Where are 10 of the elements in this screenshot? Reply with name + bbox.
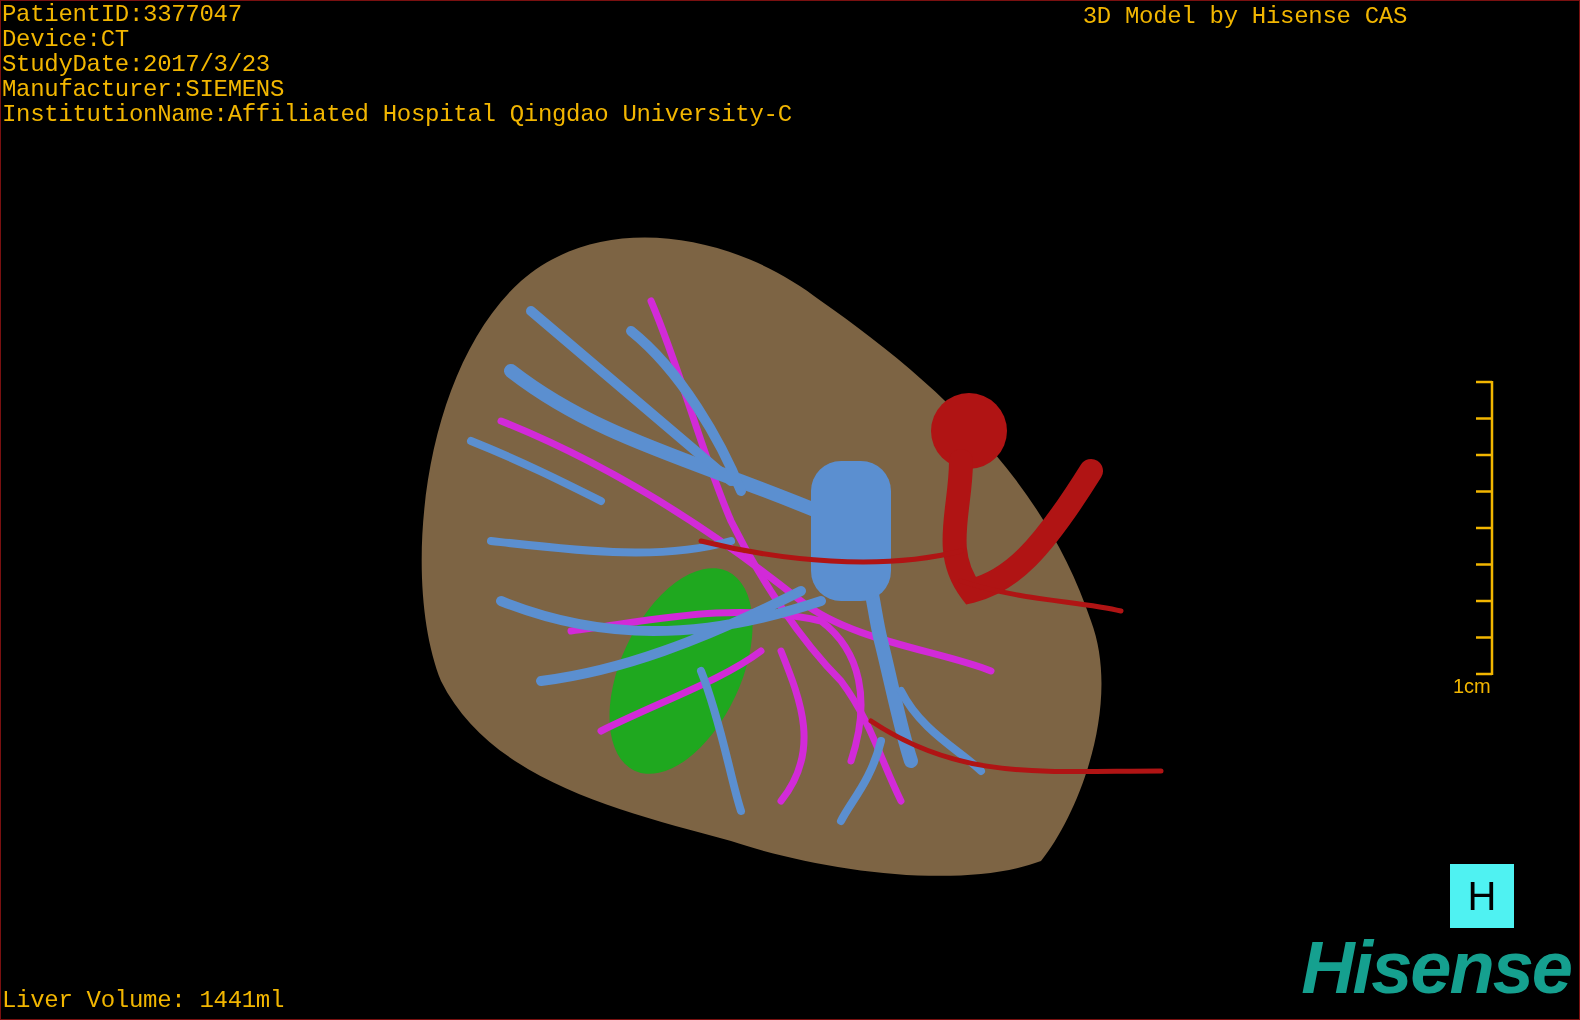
study-info-line: StudyDate:2017/3/23 [2, 52, 271, 77]
study-info-line: InstitutionName:Affiliated Hospital Qingdao University-C [2, 102, 792, 127]
study-info-line: PatientID:3377047 [2, 2, 243, 27]
orientation-button[interactable]: H [1450, 864, 1514, 928]
study-info-line: Device:CT [2, 27, 130, 52]
liver-volume: Liver Volume: 1441ml [2, 988, 285, 1013]
brand-logo: Hisense [1301, 931, 1571, 1005]
scale-label: 1cm [1453, 675, 1491, 698]
study-info-line: Manufacturer:SIEMENS [2, 77, 286, 102]
model-credit: 3D Model by Hisense CAS [1082, 4, 1407, 29]
